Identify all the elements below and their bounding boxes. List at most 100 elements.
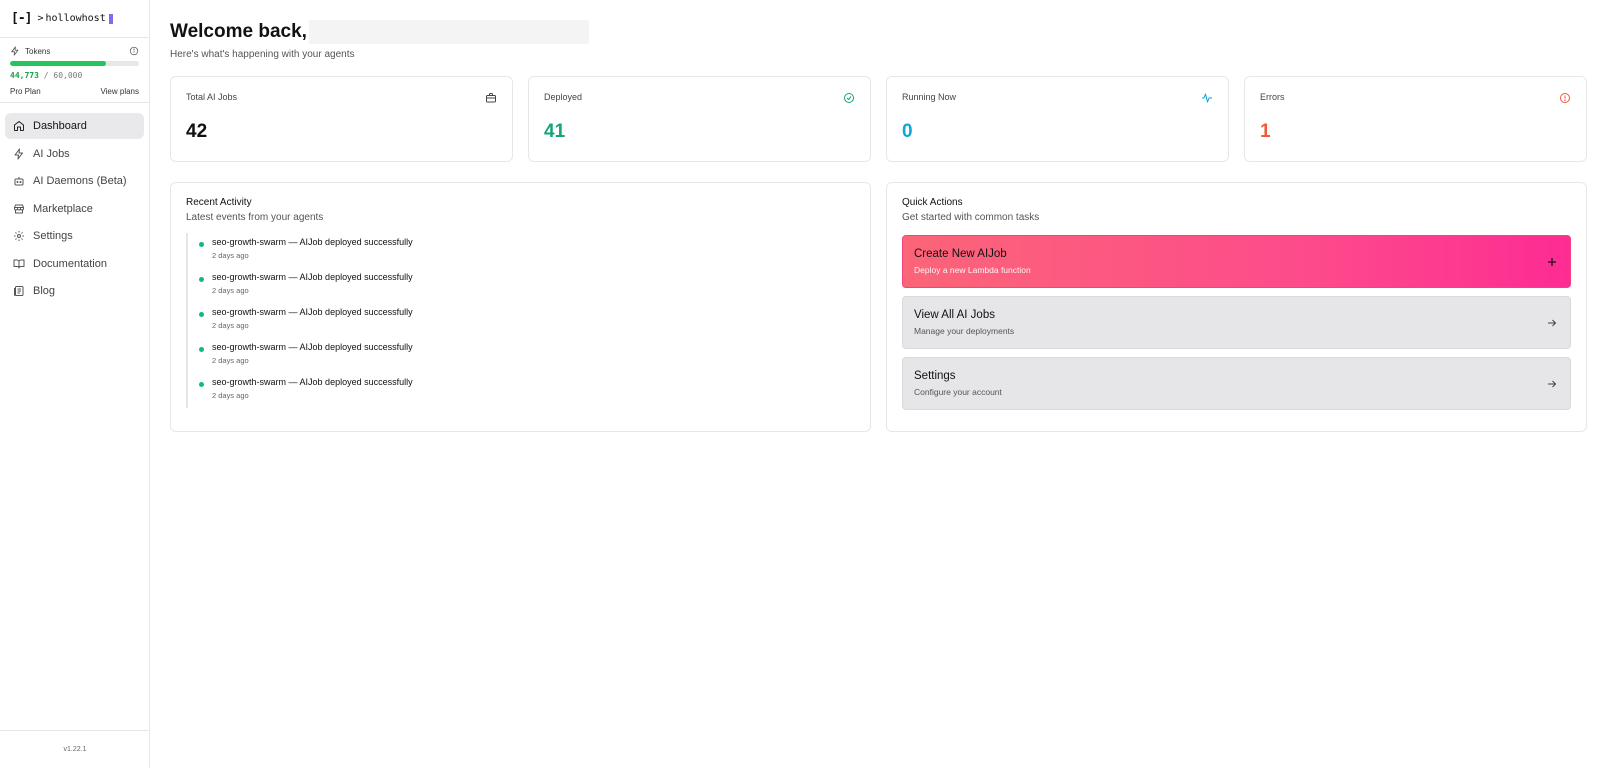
activity-agent: seo-growth-swarm bbox=[212, 237, 287, 247]
store-icon bbox=[14, 204, 24, 213]
sidebar-item-blog[interactable]: Blog bbox=[5, 278, 144, 304]
activity-time: 2 days ago bbox=[212, 321, 249, 330]
plan-name: Pro Plan bbox=[10, 87, 41, 96]
list-item: seo-growth-swarm — AIJob deployed succes… bbox=[186, 268, 855, 303]
check-circle-icon bbox=[844, 93, 854, 103]
stat-value: 0 bbox=[902, 121, 913, 142]
view-plans-link[interactable]: View plans bbox=[100, 87, 139, 96]
settings-button[interactable]: Settings Configure your account bbox=[902, 357, 1571, 410]
activity-time: 2 days ago bbox=[212, 391, 249, 400]
home-icon bbox=[14, 121, 24, 131]
quick-actions-list: Create New AIJob Deploy a new Lambda fun… bbox=[902, 235, 1571, 410]
activity-time: 2 days ago bbox=[212, 251, 249, 260]
token-count: 44,773 / 60,000 bbox=[10, 71, 139, 80]
view-all-ai-jobs-button[interactable]: View All AI Jobs Manage your deployments bbox=[902, 296, 1571, 349]
stat-card-errors: Errors 1 bbox=[1244, 76, 1587, 162]
sidebar-item-label: AI Jobs bbox=[33, 147, 70, 160]
activity-agent: seo-growth-swarm bbox=[212, 342, 287, 352]
sidebar-item-settings[interactable]: Settings bbox=[5, 223, 144, 249]
sidebar-item-ai-daemons[interactable]: AI Daemons (Beta) bbox=[5, 168, 144, 194]
panel-subtitle: Get started with common tasks bbox=[902, 212, 1040, 223]
activity-agent: seo-growth-swarm bbox=[212, 377, 287, 387]
list-item: seo-growth-swarm — AIJob deployed succes… bbox=[186, 373, 855, 408]
sidebar-item-label: Documentation bbox=[33, 257, 107, 270]
activity-message: seo-growth-swarm — AIJob deployed succes… bbox=[212, 342, 855, 352]
tokens-total: 60,000 bbox=[53, 71, 83, 80]
action-subtitle: Deploy a new Lambda function bbox=[914, 265, 1031, 275]
tokens-used: 44,773 bbox=[10, 71, 39, 80]
panels-row: Recent Activity Latest events from your … bbox=[170, 182, 1588, 432]
quick-actions-panel: Quick Actions Get started with common ta… bbox=[886, 182, 1587, 432]
info-icon[interactable] bbox=[129, 46, 139, 56]
activity-separator: — bbox=[286, 377, 300, 387]
activity-event: AIJob deployed successfully bbox=[299, 272, 413, 282]
stat-card-running: Running Now 0 bbox=[886, 76, 1229, 162]
sidebar-item-marketplace[interactable]: Marketplace bbox=[5, 196, 144, 222]
stat-label: Total AI Jobs bbox=[186, 92, 238, 102]
status-dot bbox=[199, 382, 204, 387]
logo-prompt: > bbox=[37, 13, 44, 24]
arrow-right-icon bbox=[1548, 319, 1557, 327]
sidebar-item-dashboard[interactable]: Dashboard bbox=[5, 113, 144, 139]
status-dot bbox=[199, 277, 204, 282]
panel-subtitle: Latest events from your agents bbox=[186, 212, 324, 223]
activity-time: 2 days ago bbox=[212, 356, 249, 365]
action-subtitle: Manage your deployments bbox=[914, 326, 1015, 336]
app-version: v1.22.1 bbox=[0, 730, 150, 768]
stat-label: Deployed bbox=[544, 92, 583, 102]
activity-event: AIJob deployed successfully bbox=[299, 342, 413, 352]
list-item: seo-growth-swarm — AIJob deployed succes… bbox=[186, 338, 855, 373]
activity-separator: — bbox=[286, 307, 300, 317]
activity-message: seo-growth-swarm — AIJob deployed succes… bbox=[212, 272, 855, 282]
page-title: Welcome back, bbox=[170, 21, 307, 42]
stat-label: Errors bbox=[1260, 92, 1285, 102]
logo-bracket: [-] bbox=[11, 11, 33, 26]
recent-activity-panel: Recent Activity Latest events from your … bbox=[170, 182, 871, 432]
bolt-icon bbox=[14, 148, 23, 159]
tokens-label: Tokens bbox=[25, 46, 51, 56]
sidebar-item-ai-jobs[interactable]: AI Jobs bbox=[5, 141, 144, 167]
create-aijob-button[interactable]: Create New AIJob Deploy a new Lambda fun… bbox=[902, 235, 1571, 288]
stats-row: Total AI Jobs 42 Deployed 41 Running Now… bbox=[170, 76, 1588, 162]
activity-separator: — bbox=[286, 272, 300, 282]
activity-agent: seo-growth-swarm bbox=[212, 272, 287, 282]
panel-title: Recent Activity bbox=[186, 197, 252, 208]
stat-value: 41 bbox=[544, 121, 566, 142]
activity-separator: — bbox=[286, 237, 300, 247]
newspaper-icon bbox=[14, 286, 24, 296]
activity-separator: — bbox=[286, 342, 300, 352]
action-title: Settings bbox=[914, 370, 956, 382]
activity-event: AIJob deployed successfully bbox=[299, 307, 413, 317]
book-icon bbox=[13, 259, 25, 268]
token-usage: Tokens 44,773 / 60,000 Pro Plan View pla… bbox=[0, 38, 149, 103]
main-content: Welcome back, Here's what's happening wi… bbox=[170, 0, 1588, 432]
alert-circle-icon bbox=[1560, 93, 1570, 103]
plus-icon bbox=[1548, 258, 1556, 266]
sidebar-item-documentation[interactable]: Documentation bbox=[5, 251, 144, 277]
logo-name: hollowhost bbox=[45, 13, 106, 24]
sidebar-item-label: Blog bbox=[33, 285, 56, 297]
stat-label: Running Now bbox=[902, 92, 957, 102]
activity-message: seo-growth-swarm — AIJob deployed succes… bbox=[212, 237, 855, 247]
sidebar-item-label: Settings bbox=[33, 230, 73, 242]
action-title: View All AI Jobs bbox=[914, 309, 995, 321]
logo[interactable]: [-] > hollowhost bbox=[0, 0, 149, 38]
panel-title: Quick Actions bbox=[902, 197, 963, 208]
sidebar-item-label: Marketplace bbox=[33, 202, 93, 215]
stat-card-deployed: Deployed 41 bbox=[528, 76, 871, 162]
list-item: seo-growth-swarm — AIJob deployed succes… bbox=[186, 303, 855, 338]
arrow-right-icon bbox=[1548, 380, 1557, 388]
status-dot bbox=[199, 347, 204, 352]
sidebar-item-label: AI Daemons (Beta) bbox=[33, 175, 127, 187]
activity-list: seo-growth-swarm — AIJob deployed succes… bbox=[186, 233, 855, 408]
token-progress-bar bbox=[10, 61, 139, 66]
status-dot bbox=[199, 242, 204, 247]
activity-event: AIJob deployed successfully bbox=[299, 377, 413, 387]
welcome-header: Welcome back, bbox=[170, 20, 1588, 44]
page-subtitle: Here's what's happening with your agents bbox=[170, 49, 355, 60]
action-subtitle: Configure your account bbox=[914, 387, 1002, 397]
activity-time: 2 days ago bbox=[212, 286, 249, 295]
status-dot bbox=[199, 312, 204, 317]
logo-cursor bbox=[108, 13, 113, 24]
bot-icon bbox=[14, 177, 24, 186]
